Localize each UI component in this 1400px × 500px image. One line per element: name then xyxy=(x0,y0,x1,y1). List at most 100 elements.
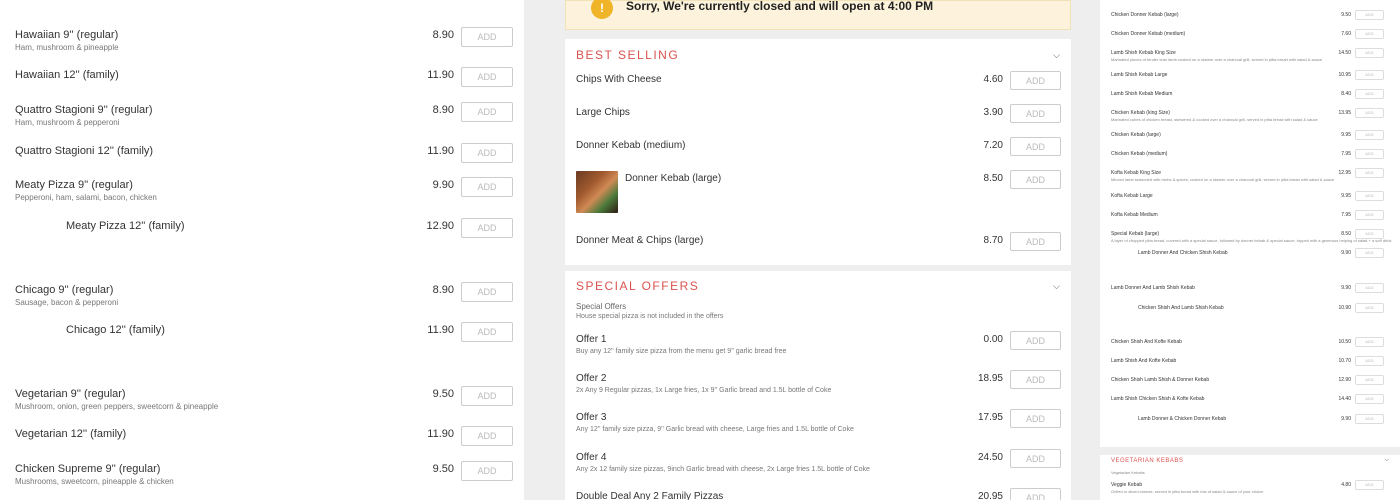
warning-icon: ! xyxy=(591,0,613,19)
item-name: Chicken Shish Lamb Shish & Donner Kebab xyxy=(1111,377,1210,383)
add-button[interactable]: ADD xyxy=(1355,375,1384,385)
add-button[interactable]: ADD xyxy=(1355,89,1384,99)
item-price: 9.95 xyxy=(1341,132,1351,138)
section-title: SPECIAL OFFERS xyxy=(576,279,700,293)
chevron-down-icon[interactable]: ⌵ xyxy=(1053,281,1060,292)
add-button[interactable]: ADD xyxy=(1355,356,1384,366)
add-button[interactable]: ADD xyxy=(461,426,513,446)
add-button[interactable]: ADD xyxy=(1010,137,1061,156)
item-description: Grilled or sliced cheese, served in pitt… xyxy=(1111,489,1264,494)
item-price: 7.95 xyxy=(1341,151,1351,157)
item-name: Chicken Shish And Lamb Shish Kebab xyxy=(1138,305,1224,311)
add-button[interactable]: ADD xyxy=(461,27,513,47)
section-title: VEGETARIAN KEBABS xyxy=(1111,458,1184,464)
item-description: A layer of chopped pitta bread, covered … xyxy=(1111,238,1392,243)
item-name: Offer 1 xyxy=(576,334,607,345)
add-button[interactable]: ADD xyxy=(461,218,513,238)
item-name: Kofta Kebab Medium xyxy=(1111,212,1158,218)
item-price: 9.50 xyxy=(432,463,454,475)
item-name: Lamb Donner And Chicken Shish Kebab xyxy=(1138,250,1228,256)
item-name: Chicago 12'' (family) xyxy=(66,324,165,336)
add-button[interactable]: ADD xyxy=(461,143,513,163)
item-name: Kofta Kebab Large xyxy=(1111,193,1153,199)
add-button[interactable]: ADD xyxy=(1010,449,1061,468)
item-name: Chicken Kebab (large) xyxy=(1111,132,1161,138)
item-name: Chicken Kebab (medium) xyxy=(1111,151,1168,157)
item-price: 3.90 xyxy=(983,107,1003,118)
add-button[interactable]: ADD xyxy=(1010,331,1061,350)
chevron-down-icon[interactable]: ⌵ xyxy=(1053,50,1060,61)
add-button[interactable]: ADD xyxy=(1010,409,1061,428)
item-price: 12.90 xyxy=(426,220,454,232)
item-price: 8.90 xyxy=(432,29,454,41)
add-button[interactable]: ADD xyxy=(1010,232,1061,251)
item-price: 4.80 xyxy=(1341,482,1351,488)
closed-notice-text: Sorry, We're currently closed and will o… xyxy=(626,0,934,13)
item-price: 10.50 xyxy=(1338,339,1351,345)
add-button[interactable]: ADD xyxy=(1355,108,1384,118)
add-button[interactable]: ADD xyxy=(1355,210,1384,220)
donner-kebab-photo[interactable] xyxy=(576,171,618,213)
add-button[interactable]: ADD xyxy=(1355,303,1384,313)
add-button[interactable]: ADD xyxy=(461,386,513,406)
add-button[interactable]: ADD xyxy=(461,177,513,197)
offers-intro-description: House special pizza is not included in t… xyxy=(576,313,724,320)
item-price: 17.95 xyxy=(977,412,1003,423)
item-price: 14.50 xyxy=(1338,50,1351,56)
add-button[interactable]: ADD xyxy=(1355,10,1384,20)
add-button[interactable]: ADD xyxy=(461,102,513,122)
add-button[interactable]: ADD xyxy=(1355,149,1384,159)
section-title: BEST SELLING xyxy=(576,48,680,62)
add-button[interactable]: ADD xyxy=(1355,48,1384,58)
add-button[interactable]: ADD xyxy=(461,461,513,481)
item-price: 10.95 xyxy=(1338,72,1351,78)
add-button[interactable]: ADD xyxy=(1355,168,1384,178)
item-description: Pepperoni, ham, salami, bacon, chicken xyxy=(15,193,157,202)
add-button[interactable]: ADD xyxy=(461,67,513,87)
add-button[interactable]: ADD xyxy=(1355,29,1384,39)
item-price: 13.95 xyxy=(1338,110,1351,116)
item-description: 2x Any 9 Regular pizzas, 1x Large fries,… xyxy=(576,387,832,394)
item-name: Special Kebab (large) xyxy=(1111,231,1160,237)
item-price: 4.60 xyxy=(983,74,1003,85)
section-intro: Vegetarian Kebabs xyxy=(1111,470,1145,475)
add-button[interactable]: ADD xyxy=(1010,104,1061,123)
offers-intro-title: Special Offers xyxy=(576,302,627,311)
item-name: Donner Meat & Chips (large) xyxy=(576,235,704,246)
add-button[interactable]: ADD xyxy=(461,322,513,342)
item-price: 0.00 xyxy=(983,334,1003,345)
item-description: Marinated pieces of tender lean lamb coo… xyxy=(1111,57,1323,62)
add-button[interactable]: ADD xyxy=(1010,71,1061,90)
add-button[interactable]: ADD xyxy=(1355,414,1384,424)
item-price: 11.90 xyxy=(427,69,454,81)
add-button[interactable]: ADD xyxy=(1355,191,1384,201)
item-description: Any 12'' family size pizza, 9'' Garlic b… xyxy=(576,426,854,433)
item-description: Ham, mushroom & pineapple xyxy=(15,43,119,52)
add-button[interactable]: ADD xyxy=(1355,229,1384,239)
add-button[interactable]: ADD xyxy=(1355,248,1384,258)
section-divider xyxy=(1100,447,1400,455)
add-button[interactable]: ADD xyxy=(1355,283,1384,293)
item-name: Lamb Shish Kebab King Size xyxy=(1111,50,1176,56)
add-button[interactable]: ADD xyxy=(1355,394,1384,404)
item-price: 9.90 xyxy=(1341,416,1351,422)
item-price: 7.20 xyxy=(983,140,1003,151)
item-price: 20.95 xyxy=(977,491,1003,500)
item-price: 8.50 xyxy=(1341,231,1351,237)
kebab-menu-preview: Chicken Donner Kebab (large) 9.50 ADD Ch… xyxy=(1100,0,1400,500)
add-button[interactable]: ADD xyxy=(1355,70,1384,80)
item-description: Any 2x 12 family size pizzas, 9inch Garl… xyxy=(576,466,870,473)
item-name: Lamb Shish Kebab Large xyxy=(1111,72,1168,78)
add-button[interactable]: ADD xyxy=(461,282,513,302)
item-name: Lamb Shish And Kofte Kebab xyxy=(1111,358,1177,364)
best-selling-section: BEST SELLING ⌵ Chips With Cheese 4.60 AD… xyxy=(565,39,1071,265)
add-button[interactable]: ADD xyxy=(1010,488,1061,500)
add-button[interactable]: ADD xyxy=(1010,370,1061,389)
add-button[interactable]: ADD xyxy=(1355,130,1384,140)
chevron-down-icon[interactable]: ⌵ xyxy=(1384,457,1389,464)
add-button[interactable]: ADD xyxy=(1010,170,1061,189)
add-button[interactable]: ADD xyxy=(1355,337,1384,347)
add-button[interactable]: ADD xyxy=(1355,480,1384,490)
item-name: Chicken Shish And Kofte Kebab xyxy=(1111,339,1182,345)
item-price: 9.90 xyxy=(1341,285,1351,291)
